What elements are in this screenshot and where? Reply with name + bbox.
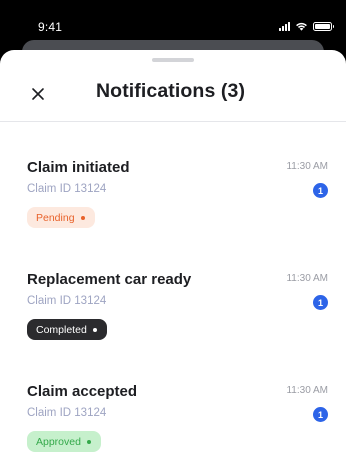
wifi-icon — [296, 22, 307, 31]
status-label: Completed — [36, 323, 87, 336]
sheet-grabber-handle[interactable] — [152, 58, 194, 62]
status-badge: Approved — [27, 431, 101, 452]
notification-item[interactable]: Claim accepted 11:30 AM Claim ID 13124 1… — [0, 383, 346, 462]
unread-count-badge: 1 — [313, 183, 328, 198]
close-button[interactable] — [28, 84, 48, 104]
notification-title: Replacement car ready — [27, 271, 192, 288]
close-icon — [32, 88, 44, 100]
status-time: 9:41 — [38, 20, 63, 34]
status-dot-icon — [86, 439, 91, 444]
notifications-sheet: Notifications (3) Claim initiated 11:30 … — [0, 50, 346, 462]
status-label: Pending — [36, 211, 75, 224]
unread-count-badge: 1 — [313, 407, 328, 422]
notification-claim-id: Claim ID 13124 — [27, 183, 107, 195]
status-label: Approved — [36, 435, 81, 448]
status-icons — [279, 21, 334, 31]
battery-icon — [313, 21, 334, 31]
status-dot-icon — [92, 327, 97, 332]
notification-time: 11:30 AM — [286, 161, 328, 172]
notification-title: Claim initiated — [27, 159, 130, 176]
unread-count-badge: 1 — [313, 295, 328, 310]
status-badge: Completed — [27, 319, 107, 340]
sheet-header: Notifications (3) — [0, 72, 346, 122]
status-badge: Pending — [27, 207, 95, 228]
notification-claim-id: Claim ID 13124 — [27, 295, 107, 307]
notification-item[interactable]: Claim initiated 11:30 AM Claim ID 13124 … — [0, 159, 346, 259]
notification-item[interactable]: Replacement car ready 11:30 AM Claim ID … — [0, 271, 346, 371]
notification-claim-id: Claim ID 13124 — [27, 407, 107, 419]
page-title: Notifications (3) — [96, 80, 246, 102]
status-bar: 9:41 — [0, 0, 346, 44]
cellular-signal-icon — [279, 21, 290, 31]
notification-title: Claim accepted — [27, 383, 138, 400]
notification-time: 11:30 AM — [286, 273, 328, 284]
status-dot-icon — [80, 215, 85, 220]
notification-time: 11:30 AM — [286, 385, 328, 396]
